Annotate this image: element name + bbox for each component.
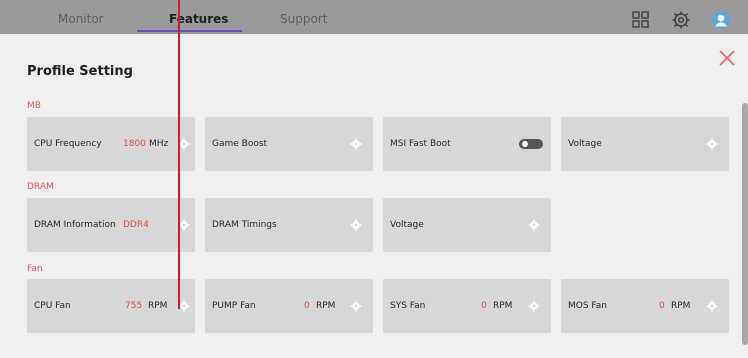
mos-fan-card[interactable]: MOS Fan 0 RPM (561, 279, 729, 333)
msi-fast-boot-label: MSI Fast Boot (390, 139, 451, 149)
tab-monitor[interactable]: Monitor (58, 12, 104, 26)
msi-fast-boot-toggle[interactable] (519, 139, 543, 149)
dram-voltage-card[interactable]: Voltage (383, 198, 551, 252)
pump-fan-card[interactable]: PUMP Fan 0 RPM (205, 279, 373, 333)
pump-fan-value: 0 (304, 301, 310, 311)
grid-icon[interactable] (631, 10, 651, 30)
settings-gear-icon[interactable] (706, 138, 718, 150)
cpu-fan-unit: RPM (148, 301, 168, 311)
cpu-fan-card[interactable]: CPU Fan 755 RPM (27, 279, 195, 333)
active-tab-indicator (137, 30, 242, 32)
msi-fast-boot-card[interactable]: MSI Fast Boot (383, 117, 551, 171)
cpu-frequency-value: 1800 (123, 139, 146, 149)
mos-fan-label: MOS Fan (568, 301, 607, 311)
settings-gear-icon[interactable] (528, 300, 540, 312)
settings-gear-icon[interactable] (528, 219, 540, 231)
dram-information-label: DRAM Information (34, 220, 116, 230)
sys-fan-card[interactable]: SYS Fan 0 RPM (383, 279, 551, 333)
dram-timings-label: DRAM Timings (212, 220, 277, 230)
vertical-scrollbar[interactable] (742, 103, 748, 345)
cpu-fan-value: 755 (125, 301, 143, 311)
section-fan-label: Fan (27, 264, 43, 274)
gear-icon[interactable] (671, 10, 691, 30)
game-boost-card[interactable]: Game Boost (205, 117, 373, 171)
cpu-frequency-unit: MHz (149, 139, 169, 149)
settings-gear-icon[interactable] (350, 300, 362, 312)
sys-fan-value: 0 (481, 301, 487, 311)
cpu-frequency-card[interactable]: CPU Frequency 1800 MHz (27, 117, 195, 171)
dram-information-value: DDR4 (123, 220, 149, 230)
mos-fan-value: 0 (659, 301, 665, 311)
tab-support[interactable]: Support (280, 12, 327, 26)
avatar-icon[interactable] (711, 10, 731, 30)
pump-fan-label: PUMP Fan (212, 301, 256, 311)
cpu-frequency-label: CPU Frequency (34, 139, 102, 149)
dram-information-card[interactable]: DRAM Information DDR4 (27, 198, 195, 252)
dram-timings-card[interactable]: DRAM Timings (205, 198, 373, 252)
game-boost-label: Game Boost (212, 139, 268, 149)
page-title: Profile Setting (27, 64, 133, 79)
settings-gear-icon[interactable] (350, 219, 362, 231)
pump-fan-unit: RPM (316, 301, 336, 311)
dram-voltage-label: Voltage (390, 220, 424, 230)
mb-voltage-card[interactable]: Voltage (561, 117, 729, 171)
close-icon[interactable] (717, 48, 737, 68)
sys-fan-unit: RPM (493, 301, 513, 311)
mb-voltage-label: Voltage (568, 139, 602, 149)
top-navigation-bar: Monitor Features Support (0, 0, 748, 34)
settings-gear-icon[interactable] (350, 138, 362, 150)
cpu-fan-label: CPU Fan (34, 301, 71, 311)
settings-gear-icon[interactable] (706, 300, 718, 312)
pointer-line (178, 0, 180, 309)
mos-fan-unit: RPM (671, 301, 691, 311)
sys-fan-label: SYS Fan (390, 301, 426, 311)
section-mb-label: MB (27, 101, 41, 111)
toggle-knob (522, 141, 528, 147)
section-dram-label: DRAM (27, 182, 54, 192)
